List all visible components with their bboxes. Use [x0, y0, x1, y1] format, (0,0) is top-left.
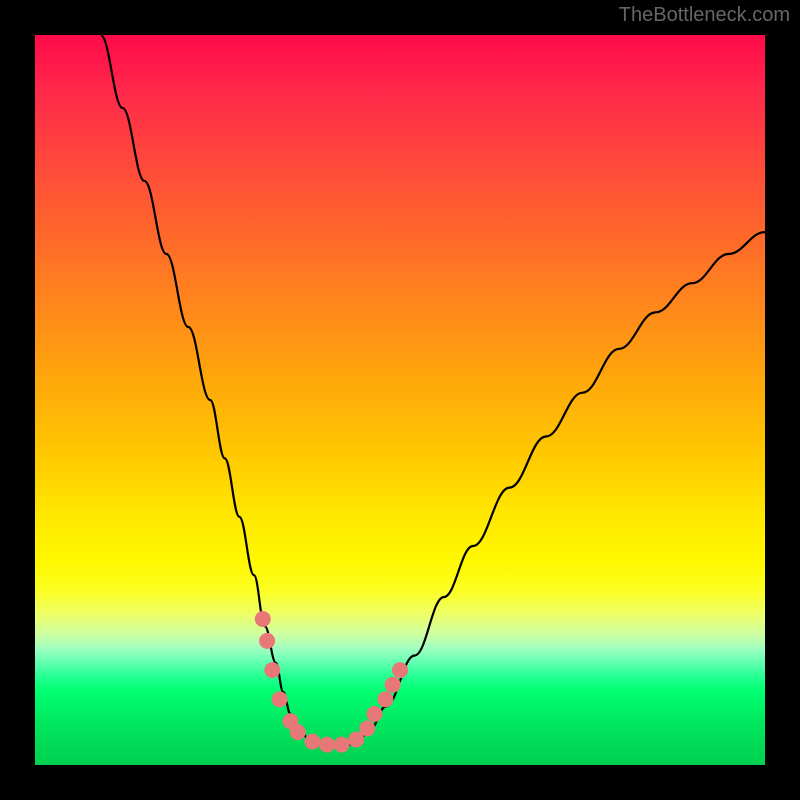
marker-dot [359, 721, 375, 737]
marker-dot [259, 633, 275, 649]
marker-dot [392, 662, 408, 678]
marker-group [255, 611, 408, 753]
marker-dot [377, 691, 393, 707]
marker-dot [367, 706, 383, 722]
marker-dot [290, 724, 306, 740]
chart-svg [35, 35, 765, 765]
marker-dot [272, 691, 288, 707]
marker-dot [334, 737, 350, 753]
marker-dot [319, 737, 335, 753]
watermark-text: TheBottleneck.com [619, 4, 790, 27]
marker-dot [304, 734, 320, 750]
marker-dot [385, 677, 401, 693]
marker-dot [264, 662, 280, 678]
curve-path [101, 35, 765, 747]
marker-dot [255, 611, 271, 627]
chart-plot-area [35, 35, 765, 765]
